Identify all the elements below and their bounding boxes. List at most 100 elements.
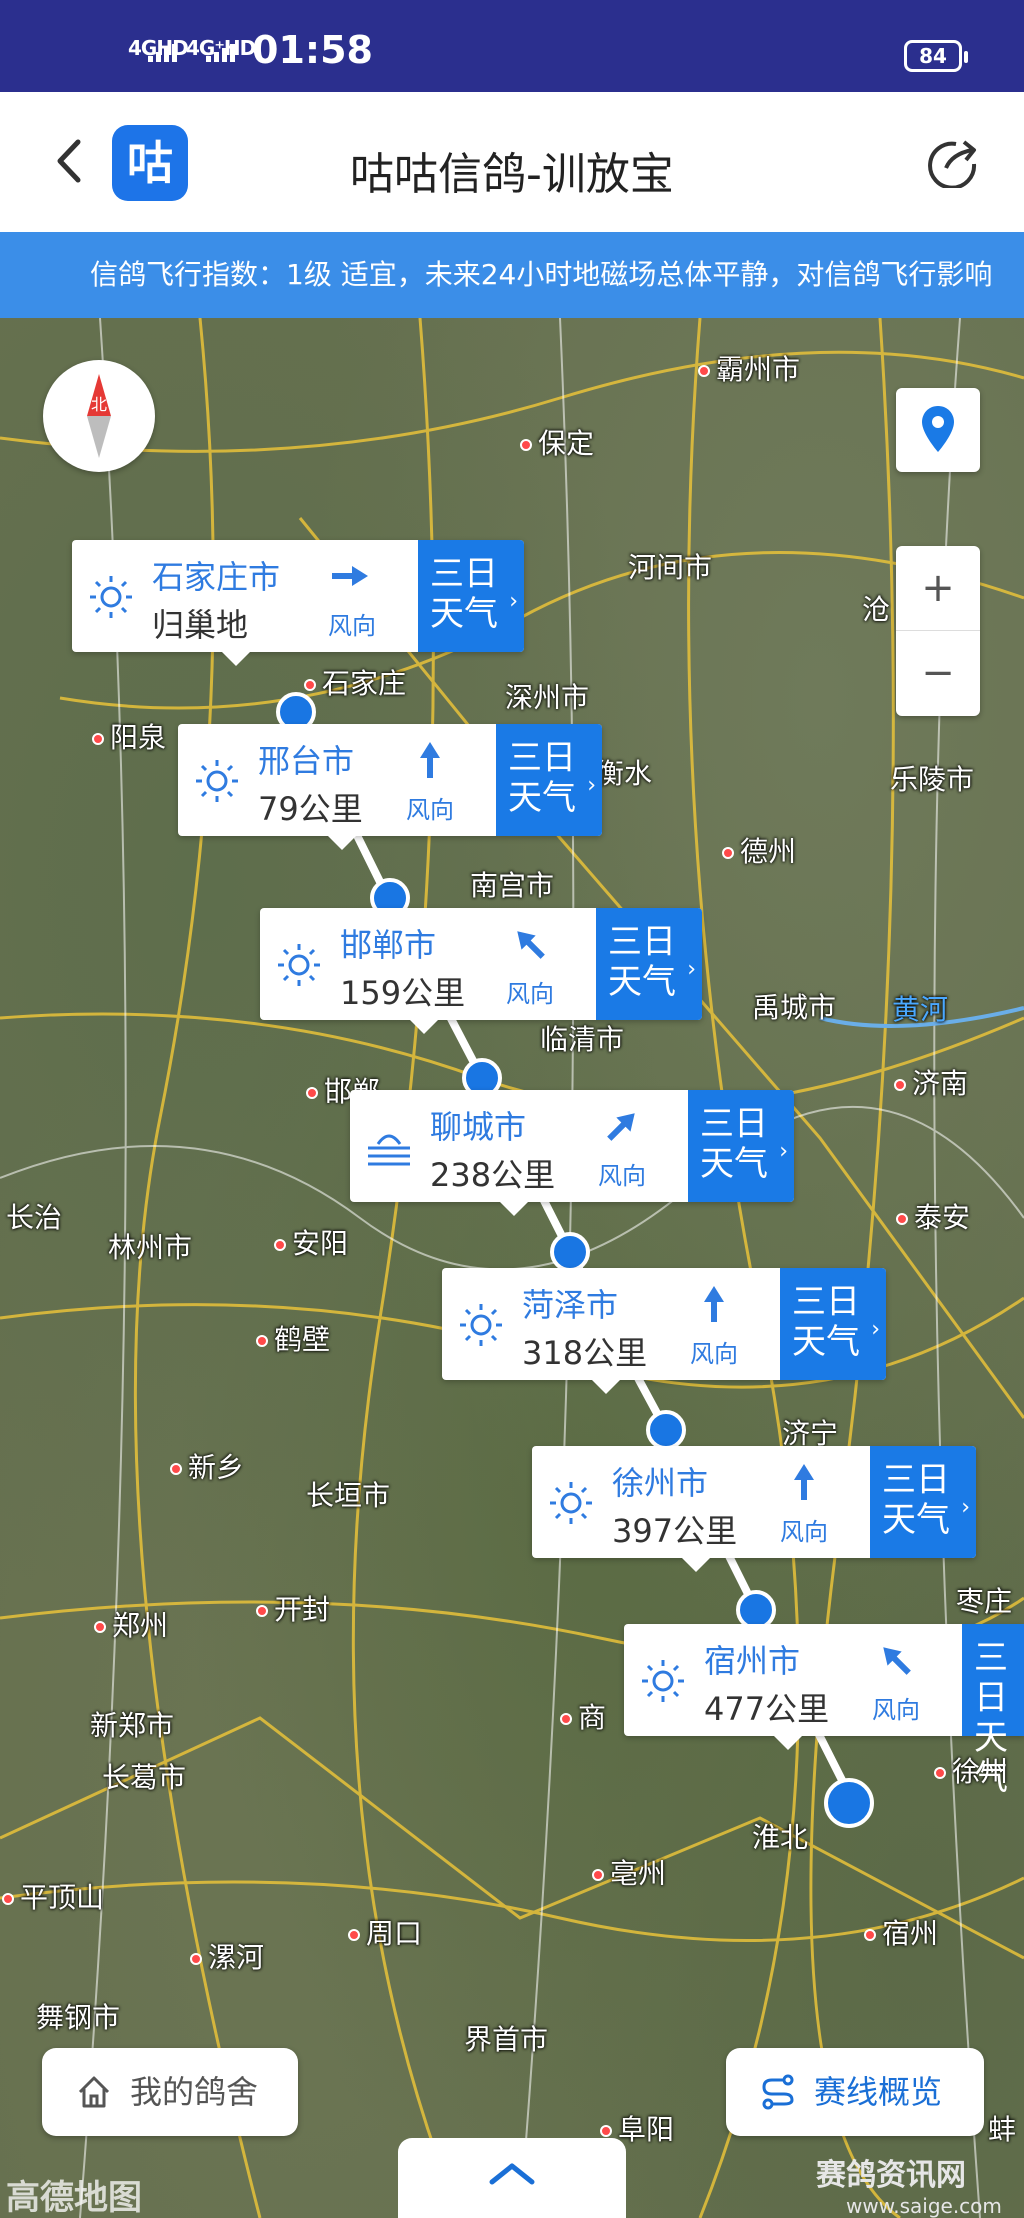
three-day-weather-button[interactable]: 三日 天气 ›	[780, 1268, 886, 1380]
wind-label: 风向	[780, 1518, 828, 1546]
city-label: 深州市	[505, 681, 590, 714]
route-city-card[interactable]: 石家庄市 归巢地 风向 三日 天气 ›	[72, 540, 524, 666]
wind-label: 风向	[506, 980, 554, 1008]
route-city-card[interactable]: 邯郸市 159公里 风向 三日 天气 ›	[260, 908, 702, 1034]
route-city-card[interactable]: 聊城市 238公里 风向 三日 天气 ›	[350, 1090, 794, 1216]
zoom-out-button[interactable]: −	[896, 631, 980, 716]
expand-drawer-handle[interactable]	[398, 2138, 626, 2218]
three-day-weather-button[interactable]: 三日 天气 ›	[870, 1446, 976, 1558]
city-label: 林州市	[108, 1231, 193, 1264]
map-view[interactable]: 霸州市 保定 河间市 沧 石家庄 深州市 阳泉 衡水 乐陵市 德州 南宫市 禹城…	[0, 318, 1024, 2218]
distance-label: 318公里	[522, 1334, 648, 1372]
city-label: 商	[560, 1696, 606, 1736]
city-label: 长治	[6, 1201, 63, 1234]
sunny-icon	[460, 1304, 502, 1346]
release-point-marker[interactable]	[824, 1778, 874, 1828]
route-city-card[interactable]: 徐州市 397公里 风向 三日 天气 ›	[532, 1446, 976, 1572]
route-city-card[interactable]: 宿州市 477公里 风向 三日 天气	[624, 1624, 1024, 1798]
wind-direction-arrow-icon	[704, 1286, 724, 1322]
sunny-icon	[642, 1660, 684, 1702]
city-label: 舞钢市	[36, 2001, 121, 2034]
city-name: 石家庄市	[152, 558, 281, 596]
wind-direction-arrow-icon	[883, 1647, 911, 1675]
wind-direction-arrow-icon	[607, 1113, 635, 1141]
map-provider-watermark: 高德地图	[6, 2178, 142, 2218]
route-overview-button[interactable]: 赛线概览	[726, 2048, 984, 2136]
battery-icon: 84	[904, 40, 968, 72]
city-label: 新乡	[170, 1446, 244, 1486]
route-icon	[762, 2074, 794, 2110]
distance-label: 477公里	[704, 1690, 830, 1728]
wind-label: 风向	[690, 1340, 738, 1368]
city-label: 界首市	[464, 2023, 549, 2056]
city-label: 周口	[348, 1912, 422, 1952]
city-name: 宿州市	[704, 1642, 801, 1680]
site-watermark: 赛鸽资讯网 www.saige.com	[816, 2158, 1002, 2218]
city-label: 安阳	[274, 1222, 348, 1262]
city-name: 菏泽市	[522, 1286, 619, 1324]
city-label: 德州	[722, 830, 796, 870]
compass-north-label: 北	[91, 395, 107, 414]
wind-direction-arrow-icon	[794, 1464, 814, 1500]
route-waypoint-marker[interactable]	[550, 1232, 590, 1272]
city-label: 泰安	[896, 1196, 970, 1236]
wind-label: 风向	[406, 796, 454, 824]
city-label: 衡水	[596, 757, 653, 790]
route-overview-label: 赛线概览	[814, 2073, 943, 2111]
route-waypoint-marker[interactable]	[646, 1410, 686, 1450]
city-name: 邢台市	[258, 742, 355, 780]
three-day-weather-button[interactable]: 三日 天气 ›	[418, 540, 524, 652]
signal-bars-icon	[206, 44, 235, 62]
city-label: 蚌	[988, 2113, 1017, 2146]
distance-label: 397公里	[612, 1512, 738, 1550]
distance-label: 归巢地	[152, 606, 249, 644]
city-label: 亳州	[592, 1852, 666, 1892]
city-label: 漯河	[190, 1936, 264, 1976]
wind-label: 风向	[872, 1696, 920, 1724]
city-label: 河间市	[628, 551, 713, 584]
flight-index-banner: 信鸽飞行指数：1级 适宜，未来24小时地磁场总体平静，对信鸽飞行影响	[0, 232, 1024, 318]
three-day-weather-button[interactable]: 三日 天气	[962, 1624, 1024, 1798]
share-icon[interactable]	[926, 136, 982, 188]
locate-button[interactable]	[896, 388, 980, 472]
compass-button[interactable]: 北	[43, 360, 155, 472]
sunny-icon	[90, 576, 132, 618]
three-day-weather-button[interactable]: 三日 天气 ›	[688, 1090, 794, 1202]
distance-label: 79公里	[258, 790, 363, 828]
city-label: 郑州	[94, 1604, 168, 1644]
city-label: 保定	[520, 422, 594, 462]
location-pin-icon	[922, 406, 954, 452]
three-day-weather-button[interactable]: 三日 天气 ›	[496, 724, 602, 836]
city-label: 南宫市	[470, 869, 555, 902]
chevron-up-icon	[489, 2163, 535, 2185]
route-city-card[interactable]: 邢台市 79公里 风向 三日 天气 ›	[178, 724, 602, 850]
route-city-card[interactable]: 菏泽市 318公里 风向 三日 天气 ›	[442, 1268, 886, 1394]
wind-direction-arrow-icon	[420, 742, 440, 778]
city-label: 新郑市	[90, 1709, 175, 1742]
distance-label: 159公里	[340, 974, 466, 1012]
city-label: 宿州	[864, 1912, 938, 1952]
city-label: 阳泉	[92, 716, 166, 756]
signal-bars-icon	[148, 44, 177, 62]
chevron-right-icon: ›	[961, 1495, 970, 1520]
city-label: 临清市	[540, 1023, 625, 1056]
chevron-right-icon: ›	[871, 1317, 880, 1342]
river-label: 黄河	[892, 993, 949, 1026]
distance-label: 238公里	[430, 1156, 556, 1194]
wind-direction-arrow-icon	[517, 931, 545, 959]
city-label: 霸州市	[698, 348, 800, 388]
zoom-in-button[interactable]: +	[896, 546, 980, 631]
haze-icon	[368, 1134, 410, 1166]
page-title: 咕咕信鸽-训放宝	[350, 149, 674, 200]
city-label: 长葛市	[102, 1761, 187, 1794]
chevron-right-icon: ›	[587, 773, 596, 798]
city-label: 鹤壁	[256, 1318, 330, 1358]
clock: 01:58	[252, 28, 373, 72]
three-day-weather-button[interactable]: 三日 天气 ›	[596, 908, 702, 1020]
city-label: 济南	[894, 1062, 968, 1102]
my-loft-button[interactable]: 我的鸽舍	[42, 2048, 298, 2136]
city-label: 禹城市	[752, 991, 837, 1024]
city-label: 枣庄	[956, 1585, 1013, 1618]
sunny-icon	[278, 944, 320, 986]
city-label: 乐陵市	[890, 763, 975, 796]
